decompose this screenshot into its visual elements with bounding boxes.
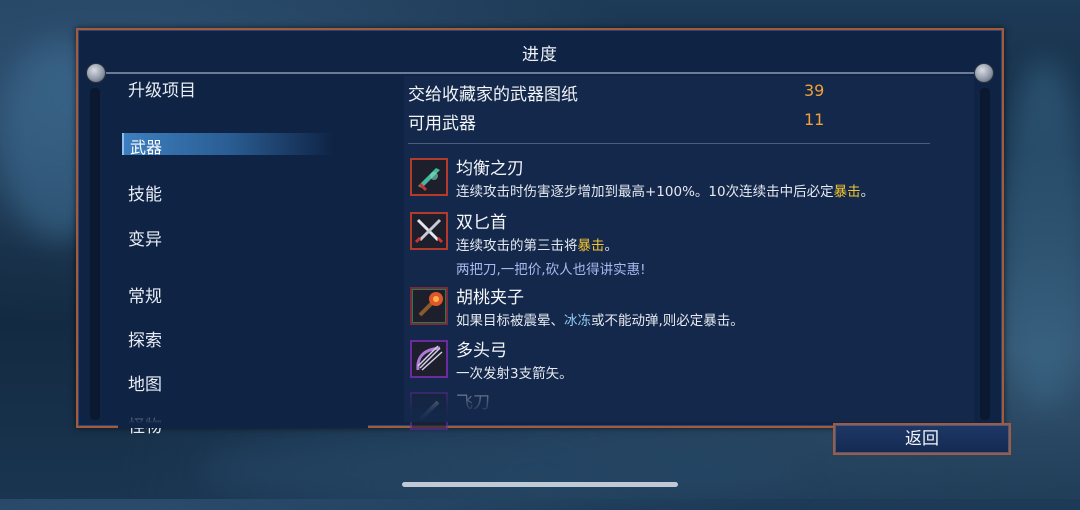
multiple-nocks-bow-icon — [410, 340, 448, 378]
right-scrollbar[interactable] — [980, 88, 990, 420]
category-item-general[interactable]: 常规 — [128, 282, 162, 307]
category-item-label: 武器 — [130, 138, 163, 157]
stat-value: 39 — [804, 81, 825, 100]
list-fade — [118, 406, 368, 428]
divider — [408, 143, 930, 144]
panel-title: 进度 — [522, 45, 558, 65]
weapon-name: 均衡之刃 — [456, 159, 524, 179]
nutcracker-icon — [410, 287, 448, 325]
background-blur — [1000, 60, 1080, 410]
detail-content: 交给收藏家的武器图纸 39 可用武器 11 均衡之刃 连续攻击时伤害逐步增加到最… — [404, 76, 974, 430]
category-item-map[interactable]: 地图 — [128, 370, 162, 395]
rail-knob-right — [974, 63, 994, 83]
left-scrollbar[interactable] — [90, 88, 100, 420]
weapon-description: 一次发射3支箭矢。 — [456, 366, 573, 382]
stat-value: 11 — [804, 110, 825, 129]
progress-panel: 进度 升级项目 武器 技能 变异 常规 探索 地图 怪物 交给收藏家的武器图纸 … — [76, 28, 1004, 437]
weapon-flavor-text: 两把刀,一把价,砍人也得讲实惠! — [456, 262, 646, 278]
stat-label: 可用武器 — [408, 114, 476, 134]
category-item-mutations[interactable]: 变异 — [128, 225, 162, 250]
category-item-skills[interactable]: 技能 — [128, 180, 162, 205]
weapon-description: 连续攻击时伤害逐步增加到最高+100%。10次连续击中后必定暴击。 — [456, 184, 875, 200]
category-header: 升级项目 — [128, 81, 196, 101]
weapon-name: 胡桃夹子 — [456, 288, 524, 308]
home-indicator[interactable] — [402, 482, 678, 487]
rail-knob-left — [86, 63, 106, 83]
weapon-description: 连续攻击的第三击将暴击。 — [456, 238, 618, 254]
content-fade — [404, 382, 974, 422]
back-button[interactable]: 返回 — [833, 423, 1011, 455]
weapon-name: 多头弓 — [456, 341, 507, 361]
title-rail — [92, 72, 988, 74]
category-item-exploration[interactable]: 探索 — [128, 326, 162, 351]
twin-daggers-icon — [410, 212, 448, 250]
weapon-name: 双匕首 — [456, 213, 507, 233]
weapon-description: 如果目标被震晕、冰冻或不能动弹,则必定暴击。 — [456, 313, 744, 329]
category-item-weapons[interactable]: 武器 — [122, 133, 334, 157]
background-blur — [200, 430, 800, 510]
stat-label: 交给收藏家的武器图纸 — [408, 85, 578, 105]
balanced-blade-icon — [410, 158, 448, 196]
